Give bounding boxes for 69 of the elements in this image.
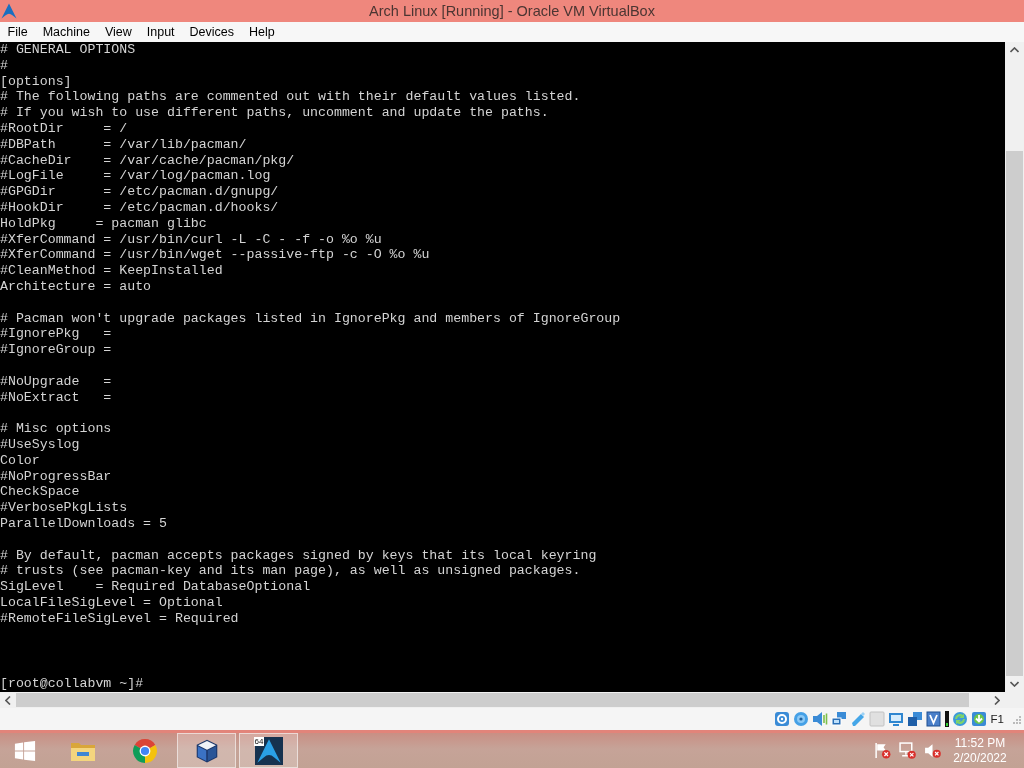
menu-item[interactable]: Machine [35, 22, 98, 42]
stacked-windows-icon[interactable] [906, 711, 923, 727]
terminal-line: #HookDir = /etc/pacman.d/hooks/ [0, 199, 279, 216]
terminal-line: #VerbosePkgLists [0, 500, 128, 516]
terminal-line: # Pacman won't upgrade packages listed in IgnorePkg and members of IgnoreGroup [0, 310, 621, 327]
terminal-line: HoldPkg = pacman glibc [0, 215, 207, 232]
menu-item[interactable]: File [0, 22, 36, 42]
terminal-line: #CacheDir = /var/cache/pacman/pkg/ [0, 152, 295, 169]
terminal-line: # By default, pacman accepts packages signed by keys that its local keyring [0, 547, 597, 564]
terminal-line: #XferCommand = /usr/bin/wget --passive-ftp -c -O %o %u [0, 247, 430, 264]
speaker-muted-icon [924, 742, 941, 759]
terminal-line: #RemoteFileSigLevel = Required [0, 610, 239, 627]
icon-badge: 64 [253, 736, 265, 746]
terminal-line: # If you wish to use different paths, uncomment and update the paths. [0, 105, 549, 121]
chevron-down-icon [1010, 681, 1019, 687]
terminal-line: # The following paths are commented out with their default values listed. [0, 89, 581, 106]
terminal-line: # trusts (see pacman-key and its man page), as well as unsigned packages. [0, 563, 581, 580]
terminal-line: #XferCommand = /usr/bin/curl -L -C - -f -o %o %u [0, 231, 382, 248]
network-warning-icon [899, 742, 916, 759]
terminal-line: #NoProgressBar [0, 468, 112, 485]
terminal-line: #DBPath = /var/lib/pacman/ [0, 136, 247, 153]
terminal-line: Architecture = auto [0, 278, 152, 295]
terminal-line: CheckSpace [0, 484, 80, 501]
menu-item[interactable]: Input [139, 22, 183, 42]
meter-icon[interactable] [944, 711, 949, 727]
terminal-line: #CleanMethod = KeepInstalled [0, 263, 223, 279]
terminal-line: #IgnoreGroup = [0, 342, 112, 358]
monitors-icon[interactable] [830, 711, 847, 727]
window-panes-icon [14, 739, 36, 762]
taskbar-button[interactable] [177, 733, 236, 768]
menu-item[interactable]: Devices [182, 22, 242, 42]
terminal-line: [options] [0, 73, 72, 90]
flag-warning-icon [874, 742, 891, 759]
terminal-line: SigLevel = Required DatabaseOptional [0, 579, 311, 595]
terminal-line: #RootDir = / [0, 121, 128, 137]
terminal-line: #GPGDir = /etc/pacman.d/gnupg/ [0, 184, 279, 200]
shell-prompt: [root@collabvm ~]# [0, 676, 144, 692]
optical-disc-icon[interactable] [792, 711, 809, 727]
terminal-line: ParallelDownloads = 5 [0, 515, 167, 532]
segmented-circle-icon [131, 737, 158, 764]
app-logo-icon [0, 2, 18, 20]
menu-item[interactable]: Help [241, 22, 283, 42]
chevron-up-icon [1010, 47, 1019, 53]
clock-date: 2/20/2022 [953, 750, 1007, 766]
terminal-line: #NoUpgrade = [0, 373, 112, 390]
terminal-line: # Misc options [0, 421, 112, 437]
terminal-line: Color [0, 452, 40, 469]
chevron-left-icon [5, 695, 11, 705]
peak-logo-icon [254, 736, 283, 765]
speaker-icon[interactable] [811, 711, 828, 727]
terminal-line: #LogFile = /var/log/pacman.log [0, 168, 271, 185]
usb-plug-icon[interactable] [849, 711, 866, 727]
terminal-line: LocalFileSigLevel = Optional [0, 594, 223, 611]
terminal-line: # [0, 57, 8, 74]
resize-grip-icon [1011, 714, 1021, 724]
host-key-label: F1 [990, 713, 1004, 725]
taskbar-button[interactable]: 64 [239, 733, 298, 768]
terminal-line: #UseSyslog [0, 436, 80, 453]
download-arrow-icon[interactable] [970, 711, 987, 727]
chevron-right-icon [994, 695, 1000, 705]
terminal-line: #NoExtract = [0, 389, 112, 406]
disk-icon[interactable] [773, 711, 790, 727]
clock-time: 11:52 PM [954, 735, 1006, 751]
v-tile-icon[interactable] [925, 711, 942, 727]
monitor-icon[interactable] [887, 711, 904, 727]
terminal-line: #IgnorePkg = [0, 326, 112, 343]
window-title: Arch Linux [Running] - Oracle VM VirtualBox [369, 3, 655, 19]
terminal-line: # GENERAL OPTIONS [0, 42, 136, 58]
menu-item[interactable]: View [97, 22, 140, 42]
